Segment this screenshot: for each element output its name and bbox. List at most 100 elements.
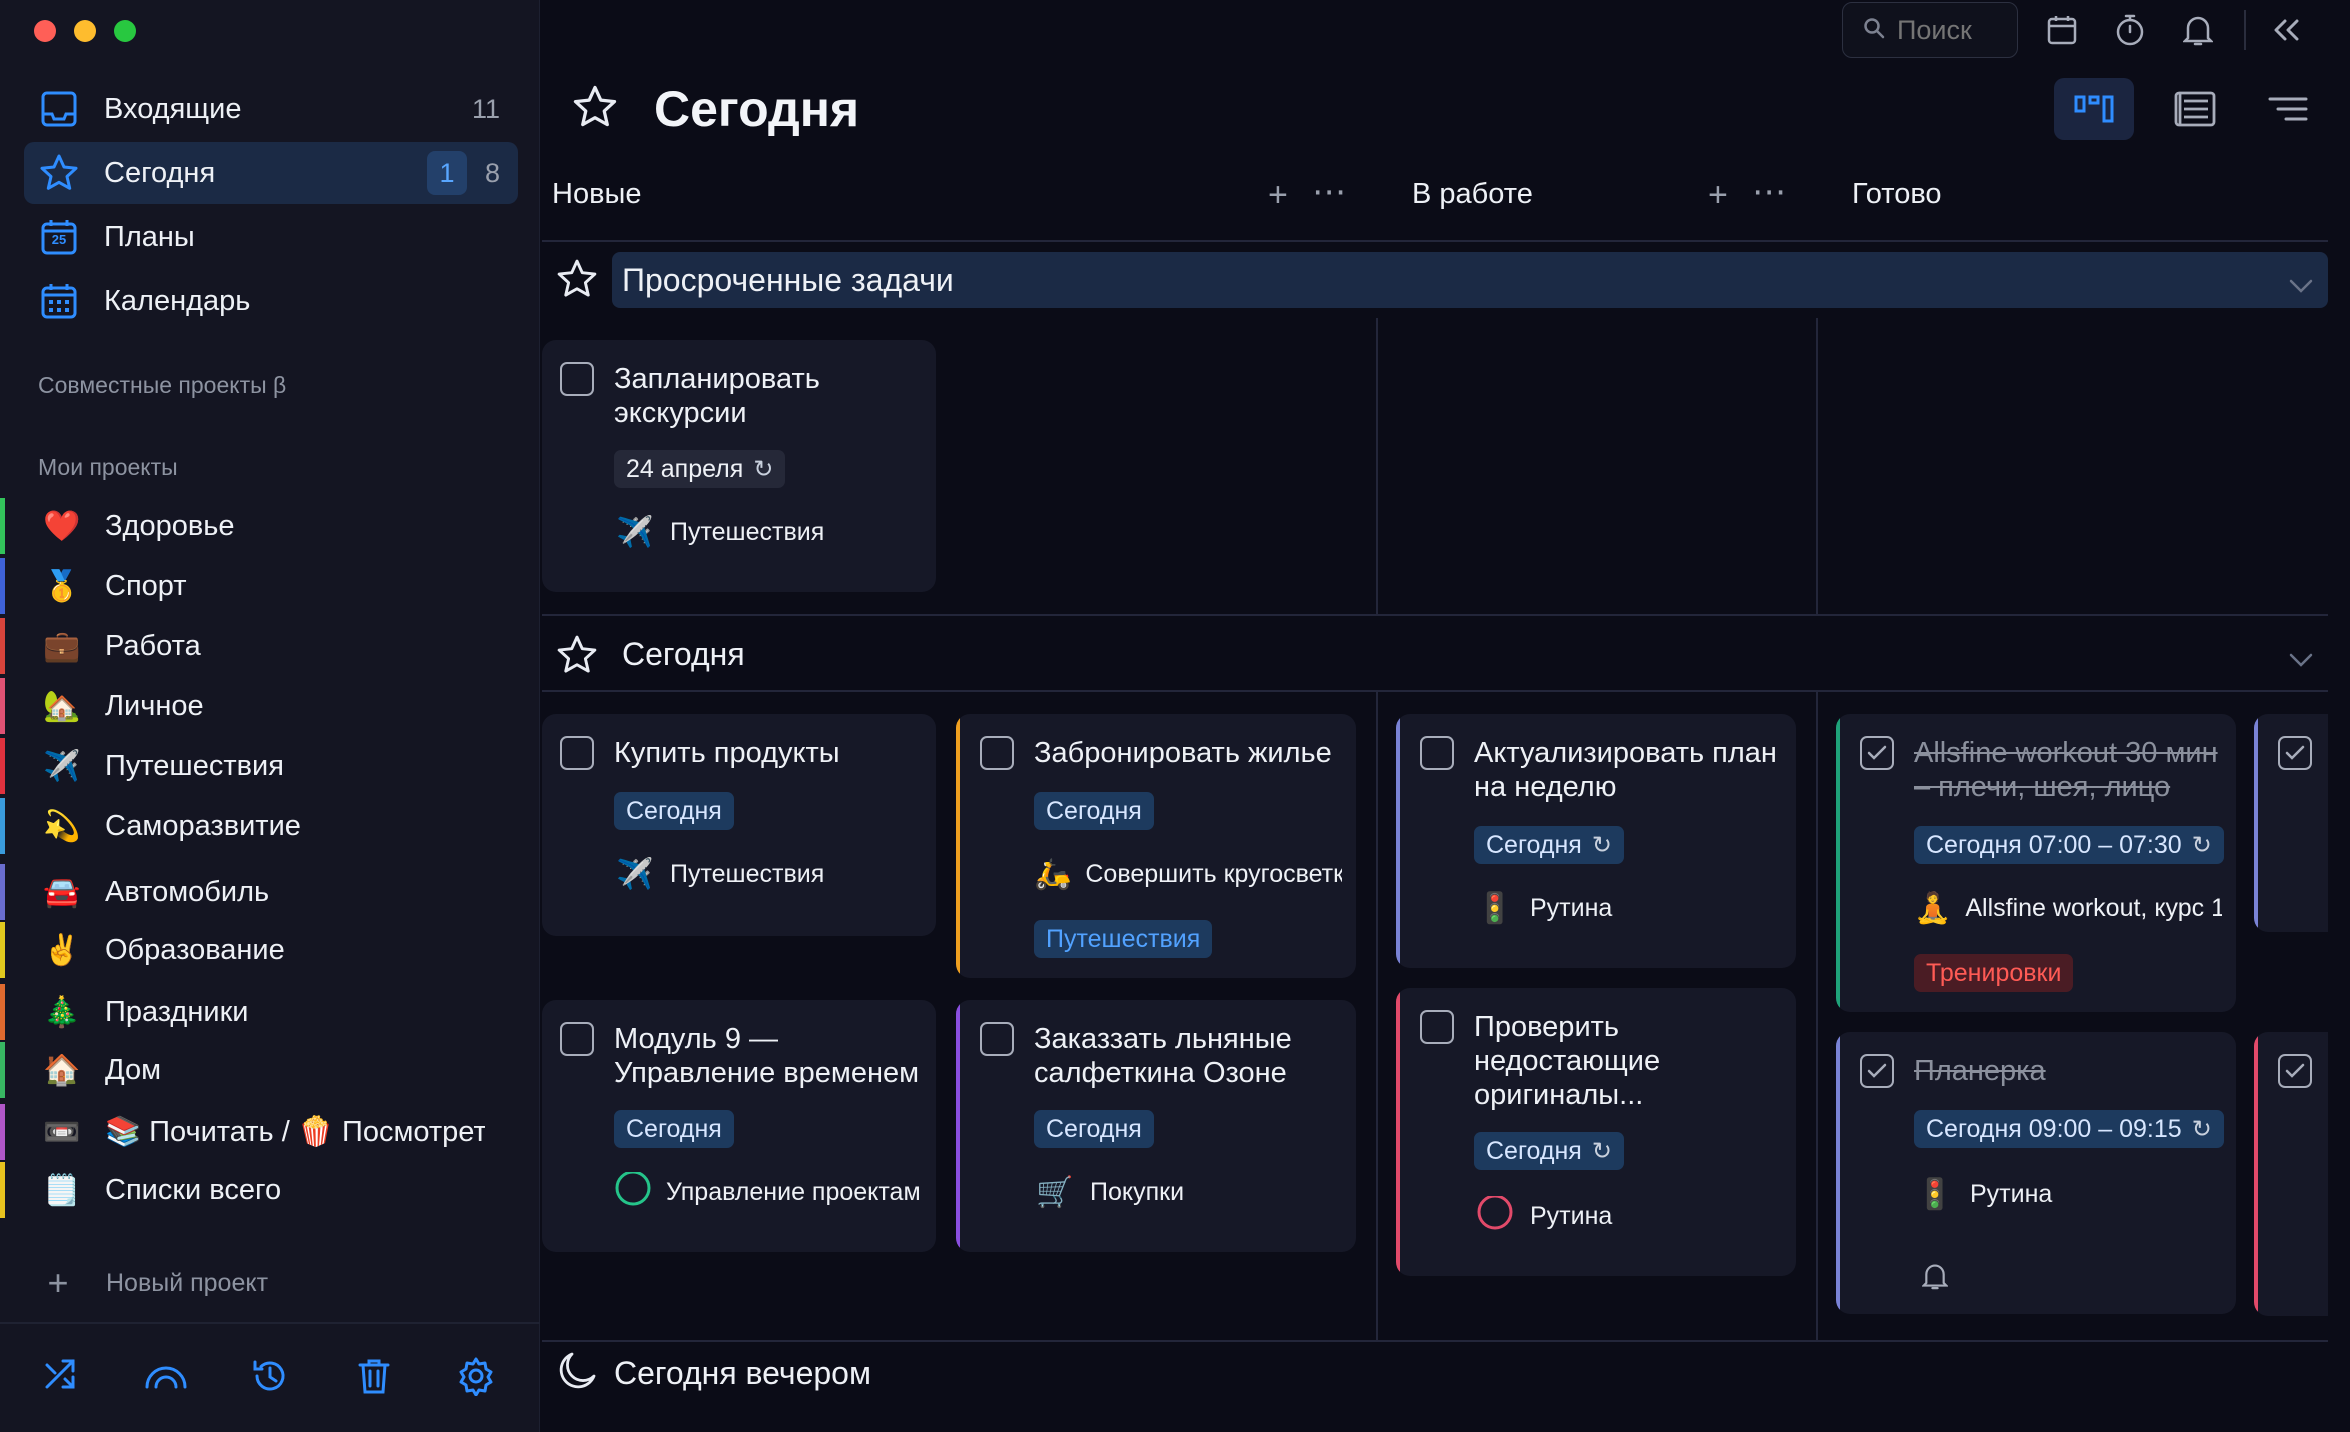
task-card[interactable]: Запланировать экскурсии 24 апреля ↻ ✈️ П…: [542, 340, 936, 592]
task-checkbox[interactable]: [980, 1022, 1014, 1056]
nav-calendar[interactable]: Календарь: [24, 270, 518, 332]
filter-sort-icon[interactable]: [2264, 88, 2312, 130]
collapse-panel-icon[interactable]: [2264, 8, 2308, 52]
project-item[interactable]: ✈️ Путешествия: [0, 738, 510, 794]
task-card[interactable]: Забронировать жилье Сегодня 🛵 Совершить …: [956, 714, 1356, 978]
project-item[interactable]: 📼 📚 Почитать / 🍿 Посмотреть: [0, 1104, 510, 1160]
search-box[interactable]: [1842, 2, 2018, 58]
column-header-done: Готово: [1852, 178, 1942, 210]
task-checkbox[interactable]: [560, 736, 594, 770]
project-label: Списки всего: [105, 1173, 282, 1206]
task-card[interactable]: Проверить недостающие оригиналы... Сегод…: [1396, 988, 1796, 1276]
due-date-chip[interactable]: Сегодня ↻: [1474, 1132, 1624, 1170]
due-date-chip[interactable]: Сегодня: [1034, 1110, 1154, 1148]
project-item[interactable]: ❤️ Здоровье: [0, 498, 510, 554]
task-card[interactable]: Актуализировать план на неделю Сегодня ↻…: [1396, 714, 1796, 968]
nav-inbox[interactable]: Входящие 11: [24, 78, 518, 140]
project-item[interactable]: ✌️ Образование: [0, 922, 510, 978]
timer-icon[interactable]: [2108, 8, 2152, 52]
list-view-button[interactable]: [2170, 84, 2220, 134]
project-item[interactable]: 🏠 Дом: [0, 1042, 510, 1098]
nav-plans-label: Планы: [104, 220, 195, 253]
project-item[interactable]: 🏡 Личное: [0, 678, 510, 734]
project-item[interactable]: 💼 Работа: [0, 618, 510, 674]
minimize-window-button[interactable]: [74, 20, 96, 42]
task-project[interactable]: Рутина: [1474, 1196, 1782, 1236]
board-view-button[interactable]: [2054, 78, 2134, 140]
settings-gear-icon[interactable]: [452, 1352, 500, 1400]
zoom-window-button[interactable]: [114, 20, 136, 42]
task-project[interactable]: 🚦 Рутина: [1474, 888, 1782, 928]
task-checkbox[interactable]: [560, 362, 594, 396]
shared-projects-heading[interactable]: Совместные проекты β: [38, 372, 286, 399]
chevron-down-icon[interactable]: [2288, 640, 2314, 677]
due-time-chip[interactable]: Сегодня 09:00 – 09:15 ↻: [1914, 1110, 2224, 1148]
nav-plans[interactable]: 25 Планы: [24, 206, 518, 268]
add-task-in-progress-button[interactable]: +: [1708, 176, 1728, 215]
task-checkbox-checked[interactable]: [1860, 1054, 1894, 1088]
task-card[interactable]: Заказзать льняные салфеткина Озоне Сегод…: [956, 1000, 1356, 1252]
more-options-new-button[interactable]: ⋯: [1312, 172, 1346, 212]
task-checkbox-checked[interactable]: [2278, 736, 2312, 770]
nav-today[interactable]: Сегодня 1 8: [24, 142, 518, 204]
task-card-partial[interactable]: [2254, 1032, 2328, 1316]
arc-icon[interactable]: [142, 1352, 190, 1400]
due-date-chip[interactable]: Сегодня: [614, 792, 734, 830]
task-card-partial[interactable]: [2254, 714, 2328, 932]
due-date-chip[interactable]: Сегодня: [614, 1110, 734, 1148]
task-parent[interactable]: 🧘 Allsfine workout, курс 1: [1914, 888, 2222, 928]
task-title: Модуль 9 — Управление временем: [614, 1023, 920, 1089]
project-color-bar: [0, 864, 5, 920]
history-icon[interactable]: [246, 1352, 294, 1400]
circle-progress-icon: [1474, 1196, 1516, 1236]
due-date-chip[interactable]: Сегодня ↻: [1474, 826, 1624, 864]
task-card[interactable]: Модуль 9 — Управление временем Сегодня У…: [542, 1000, 936, 1252]
project-tag[interactable]: Тренировки: [1914, 954, 2074, 992]
task-checkbox[interactable]: [980, 736, 1014, 770]
due-date-chip[interactable]: Сегодня: [1034, 792, 1154, 830]
project-item[interactable]: 💫 Саморазвитие: [0, 798, 510, 854]
task-project[interactable]: 🚦 Рутина: [1914, 1174, 2222, 1214]
task-checkbox-checked[interactable]: [1860, 736, 1894, 770]
task-checkbox-checked[interactable]: [2278, 1054, 2312, 1088]
new-project-button[interactable]: + Новый проект: [40, 1262, 268, 1304]
search-input[interactable]: [1897, 14, 2007, 46]
today-section-header[interactable]: Сегодня: [612, 626, 2328, 682]
task-card[interactable]: Купить продукты Сегодня ✈️ Путешествия: [542, 714, 936, 936]
reminder-bell-icon[interactable]: [1914, 1256, 1956, 1296]
trash-icon[interactable]: [350, 1352, 398, 1400]
more-options-in-progress-button[interactable]: ⋯: [1752, 172, 1786, 212]
task-project[interactable]: ✈️ Путешествия: [614, 854, 922, 894]
task-project[interactable]: Управление проектами: [614, 1172, 922, 1212]
project-tag[interactable]: Путешествия: [1034, 920, 1213, 958]
task-card[interactable]: Allsfine workout 30 мин – плечи, шея, ли…: [1836, 714, 2236, 1012]
project-item[interactable]: 🎄 Праздники: [0, 984, 510, 1040]
task-project[interactable]: ✈️ Путешествия: [614, 512, 922, 552]
chevron-down-icon[interactable]: [2288, 266, 2314, 303]
project-item[interactable]: 🚘 Автомобиль: [0, 864, 510, 920]
project-label: 📚 Почитать / 🍿 Посмотреть: [105, 1116, 485, 1148]
section-divider: [542, 614, 2328, 616]
shuffle-icon[interactable]: [38, 1352, 86, 1400]
task-project[interactable]: 🛒 Покупки: [1034, 1172, 1342, 1212]
overdue-section-header[interactable]: Просроченные задачи: [612, 252, 2328, 308]
project-item[interactable]: 🥇 Спорт: [0, 558, 510, 614]
due-time-chip[interactable]: Сегодня 07:00 – 07:30 ↻: [1914, 826, 2224, 864]
task-checkbox[interactable]: [1420, 736, 1454, 770]
evening-section-header[interactable]: Сегодня вечером: [556, 1350, 871, 1396]
task-card[interactable]: Планерка Сегодня 09:00 – 09:15 ↻ 🚦 Рутин…: [1836, 1032, 2236, 1314]
due-date-chip[interactable]: 24 апреля ↻: [614, 450, 786, 488]
page-star-icon[interactable]: [572, 84, 626, 138]
calendar-view-icon[interactable]: [2040, 8, 2084, 52]
sidebar-divider: [0, 1322, 540, 1324]
close-window-button[interactable]: [34, 20, 56, 42]
task-parent[interactable]: 🛵 Совершить кругосветку: [1034, 854, 1342, 894]
project-item[interactable]: 🗒️ Списки всего: [0, 1162, 510, 1218]
project-name: Управление проектами: [666, 1177, 922, 1206]
my-projects-heading[interactable]: Мои проекты: [38, 454, 178, 481]
project-color-bar: [0, 498, 5, 554]
task-checkbox[interactable]: [560, 1022, 594, 1056]
task-checkbox[interactable]: [1420, 1010, 1454, 1044]
add-task-new-button[interactable]: +: [1268, 176, 1288, 215]
bell-icon[interactable]: [2176, 8, 2220, 52]
